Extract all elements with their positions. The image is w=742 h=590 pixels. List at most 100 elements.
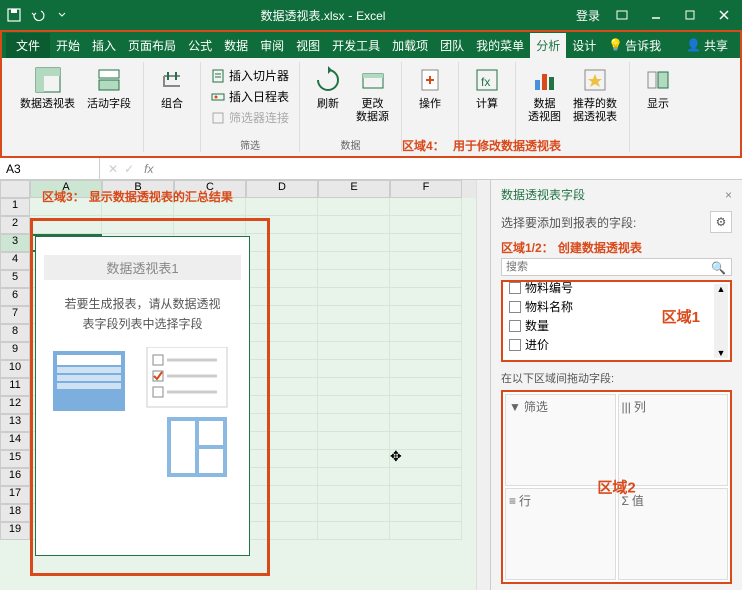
undo-icon[interactable] <box>30 7 46 23</box>
field-list-scrollbar[interactable]: ▲▼ <box>714 284 728 358</box>
row-header[interactable]: 7 <box>0 306 30 324</box>
cell[interactable] <box>390 522 462 540</box>
cell[interactable] <box>318 198 390 216</box>
vertical-scrollbar[interactable] <box>476 180 490 590</box>
row-header[interactable]: 11 <box>0 378 30 396</box>
cell[interactable] <box>318 486 390 504</box>
row-header[interactable]: 17 <box>0 486 30 504</box>
tab-analyze[interactable]: 分析 <box>530 33 566 58</box>
col-header-E[interactable]: E <box>318 180 390 198</box>
refresh-button[interactable]: 刷新 <box>306 62 350 126</box>
rows-area[interactable]: ≡行 <box>505 488 616 580</box>
qat-dropdown-icon[interactable] <box>54 7 70 23</box>
cell[interactable] <box>318 522 390 540</box>
tab-insert[interactable]: 插入 <box>86 33 122 58</box>
values-area[interactable]: Σ值 <box>618 488 729 580</box>
field-label[interactable]: 进价 <box>525 336 549 353</box>
tab-layout[interactable]: 页面布局 <box>122 33 182 58</box>
row-header[interactable]: 18 <box>0 504 30 522</box>
tab-file[interactable]: 文件 <box>6 33 50 58</box>
cell[interactable] <box>318 306 390 324</box>
field-checkbox[interactable] <box>509 320 521 332</box>
row-header[interactable]: 13 <box>0 414 30 432</box>
tab-review[interactable]: 审阅 <box>254 33 290 58</box>
cell[interactable] <box>318 504 390 522</box>
cell[interactable] <box>318 270 390 288</box>
enter-formula-icon[interactable]: ✓ <box>124 162 134 176</box>
login-link[interactable]: 登录 <box>576 7 600 24</box>
cell[interactable] <box>390 234 462 252</box>
cell[interactable] <box>390 342 462 360</box>
field-label[interactable]: 物料编号 <box>525 280 573 296</box>
cell[interactable] <box>390 396 462 414</box>
cell[interactable] <box>390 288 462 306</box>
change-source-button[interactable]: 更改 数据源 <box>350 62 395 126</box>
filter-connections-button[interactable]: 筛选器连接 <box>207 108 293 127</box>
row-header[interactable]: 4 <box>0 252 30 270</box>
pane-close-icon[interactable]: × <box>725 188 732 202</box>
row-header[interactable]: 16 <box>0 468 30 486</box>
cell[interactable] <box>318 288 390 306</box>
show-button[interactable]: 显示 <box>636 62 680 113</box>
cell[interactable] <box>390 504 462 522</box>
row-header[interactable]: 9 <box>0 342 30 360</box>
minimize-icon[interactable] <box>644 3 668 27</box>
field-list-options-icon[interactable]: ⚙ <box>710 211 732 233</box>
row-header[interactable]: 1 <box>0 198 30 216</box>
recommend-pivot-button[interactable]: 推荐的数 据透视表 <box>567 62 623 126</box>
row-header[interactable]: 2 <box>0 216 30 234</box>
cell[interactable] <box>318 342 390 360</box>
name-box[interactable]: A3 <box>0 158 100 179</box>
cancel-formula-icon[interactable]: ✕ <box>108 162 118 176</box>
tab-addins[interactable]: 加载项 <box>386 33 434 58</box>
row-header[interactable]: 19 <box>0 522 30 540</box>
field-checkbox[interactable] <box>509 339 521 351</box>
worksheet-grid[interactable]: 区域3： 显示数据透视表的汇总结果 A B C D E F 1234567891… <box>0 180 476 590</box>
cell[interactable] <box>390 198 462 216</box>
cell[interactable] <box>318 360 390 378</box>
share-button[interactable]: 👤共享 <box>678 33 736 58</box>
cell[interactable] <box>318 216 390 234</box>
cell[interactable] <box>318 414 390 432</box>
pivot-table-button[interactable]: 数据透视表 <box>14 62 81 113</box>
tab-formula[interactable]: 公式 <box>182 33 218 58</box>
cell[interactable] <box>318 324 390 342</box>
row-header[interactable]: 8 <box>0 324 30 342</box>
actions-button[interactable]: 操作 <box>408 62 452 113</box>
row-header[interactable]: 6 <box>0 288 30 306</box>
row-header[interactable]: 10 <box>0 360 30 378</box>
fx-icon[interactable]: fx <box>140 162 157 176</box>
tell-me[interactable]: 💡告诉我 <box>608 37 661 54</box>
field-label[interactable]: 物料名称 <box>525 298 573 315</box>
tab-data[interactable]: 数据 <box>218 33 254 58</box>
active-field-button[interactable]: 活动字段 <box>81 62 137 113</box>
col-header-D[interactable]: D <box>246 180 318 198</box>
pivot-chart-button[interactable]: 数据 透视图 <box>522 62 567 126</box>
group-button[interactable]: 组合 <box>150 62 194 113</box>
cell[interactable] <box>318 450 390 468</box>
cell[interactable] <box>318 252 390 270</box>
cell[interactable] <box>390 216 462 234</box>
filter-area[interactable]: ▼筛选 <box>505 394 616 486</box>
cell[interactable] <box>318 468 390 486</box>
cell[interactable] <box>318 378 390 396</box>
cell[interactable] <box>390 486 462 504</box>
cell[interactable] <box>390 306 462 324</box>
calc-button[interactable]: fx计算 <box>465 62 509 113</box>
tab-team[interactable]: 团队 <box>434 33 470 58</box>
row-header[interactable]: 12 <box>0 396 30 414</box>
close-icon[interactable] <box>712 3 736 27</box>
insert-slicer-button[interactable]: 插入切片器 <box>207 66 293 85</box>
row-header[interactable]: 5 <box>0 270 30 288</box>
cell[interactable] <box>318 234 390 252</box>
row-header[interactable]: 14 <box>0 432 30 450</box>
maximize-icon[interactable] <box>678 3 702 27</box>
cell[interactable] <box>390 324 462 342</box>
tab-dev[interactable]: 开发工具 <box>326 33 386 58</box>
tab-design[interactable]: 设计 <box>566 33 602 58</box>
columns-area[interactable]: |||列 <box>618 394 729 486</box>
cell[interactable] <box>390 252 462 270</box>
field-search-input[interactable] <box>501 258 732 276</box>
tab-view[interactable]: 视图 <box>290 33 326 58</box>
cell[interactable] <box>390 468 462 486</box>
